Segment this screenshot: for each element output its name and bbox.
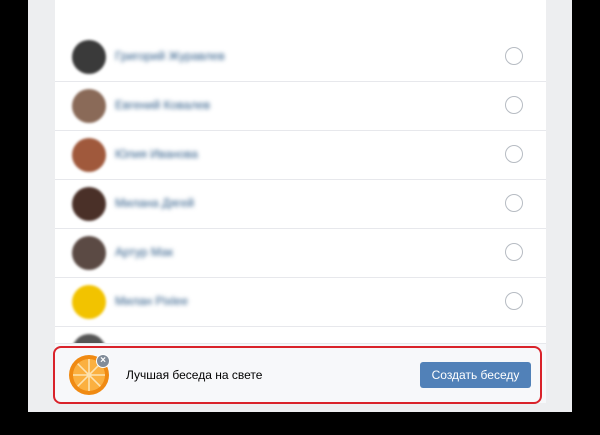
contact-name[interactable]: Артур Мак (115, 245, 173, 259)
contact-list: Григорий Журавлев Евгений Ковалев Юлия И… (55, 0, 546, 395)
avatar (72, 40, 106, 74)
contact-row[interactable]: Милана Дягей (55, 180, 546, 229)
select-checkbox[interactable] (505, 47, 523, 65)
contact-name[interactable]: Евгений Ковалев (115, 98, 210, 112)
avatar (72, 236, 106, 270)
contact-name[interactable]: Милан Pixlee (115, 294, 188, 308)
highlight-frame (53, 346, 542, 404)
contact-name[interactable]: Милана Дягей (115, 196, 194, 210)
select-checkbox[interactable] (505, 194, 523, 212)
select-checkbox[interactable] (505, 145, 523, 163)
select-checkbox[interactable] (505, 292, 523, 310)
contact-row[interactable]: Евгений Ковалев (55, 82, 546, 131)
avatar (72, 285, 106, 319)
contact-row[interactable]: Григорий Журавлев (55, 33, 546, 82)
contact-row[interactable]: Юлия Иванова (55, 131, 546, 180)
contact-name[interactable]: Юлия Иванова (115, 147, 198, 161)
select-checkbox[interactable] (505, 96, 523, 114)
select-checkbox[interactable] (505, 243, 523, 261)
avatar (72, 89, 106, 123)
avatar (72, 138, 106, 172)
contact-row[interactable]: Милан Pixlee (55, 278, 546, 327)
contact-row[interactable]: Артур Мак (55, 229, 546, 278)
avatar (72, 187, 106, 221)
contact-name[interactable]: Григорий Журавлев (115, 49, 225, 63)
